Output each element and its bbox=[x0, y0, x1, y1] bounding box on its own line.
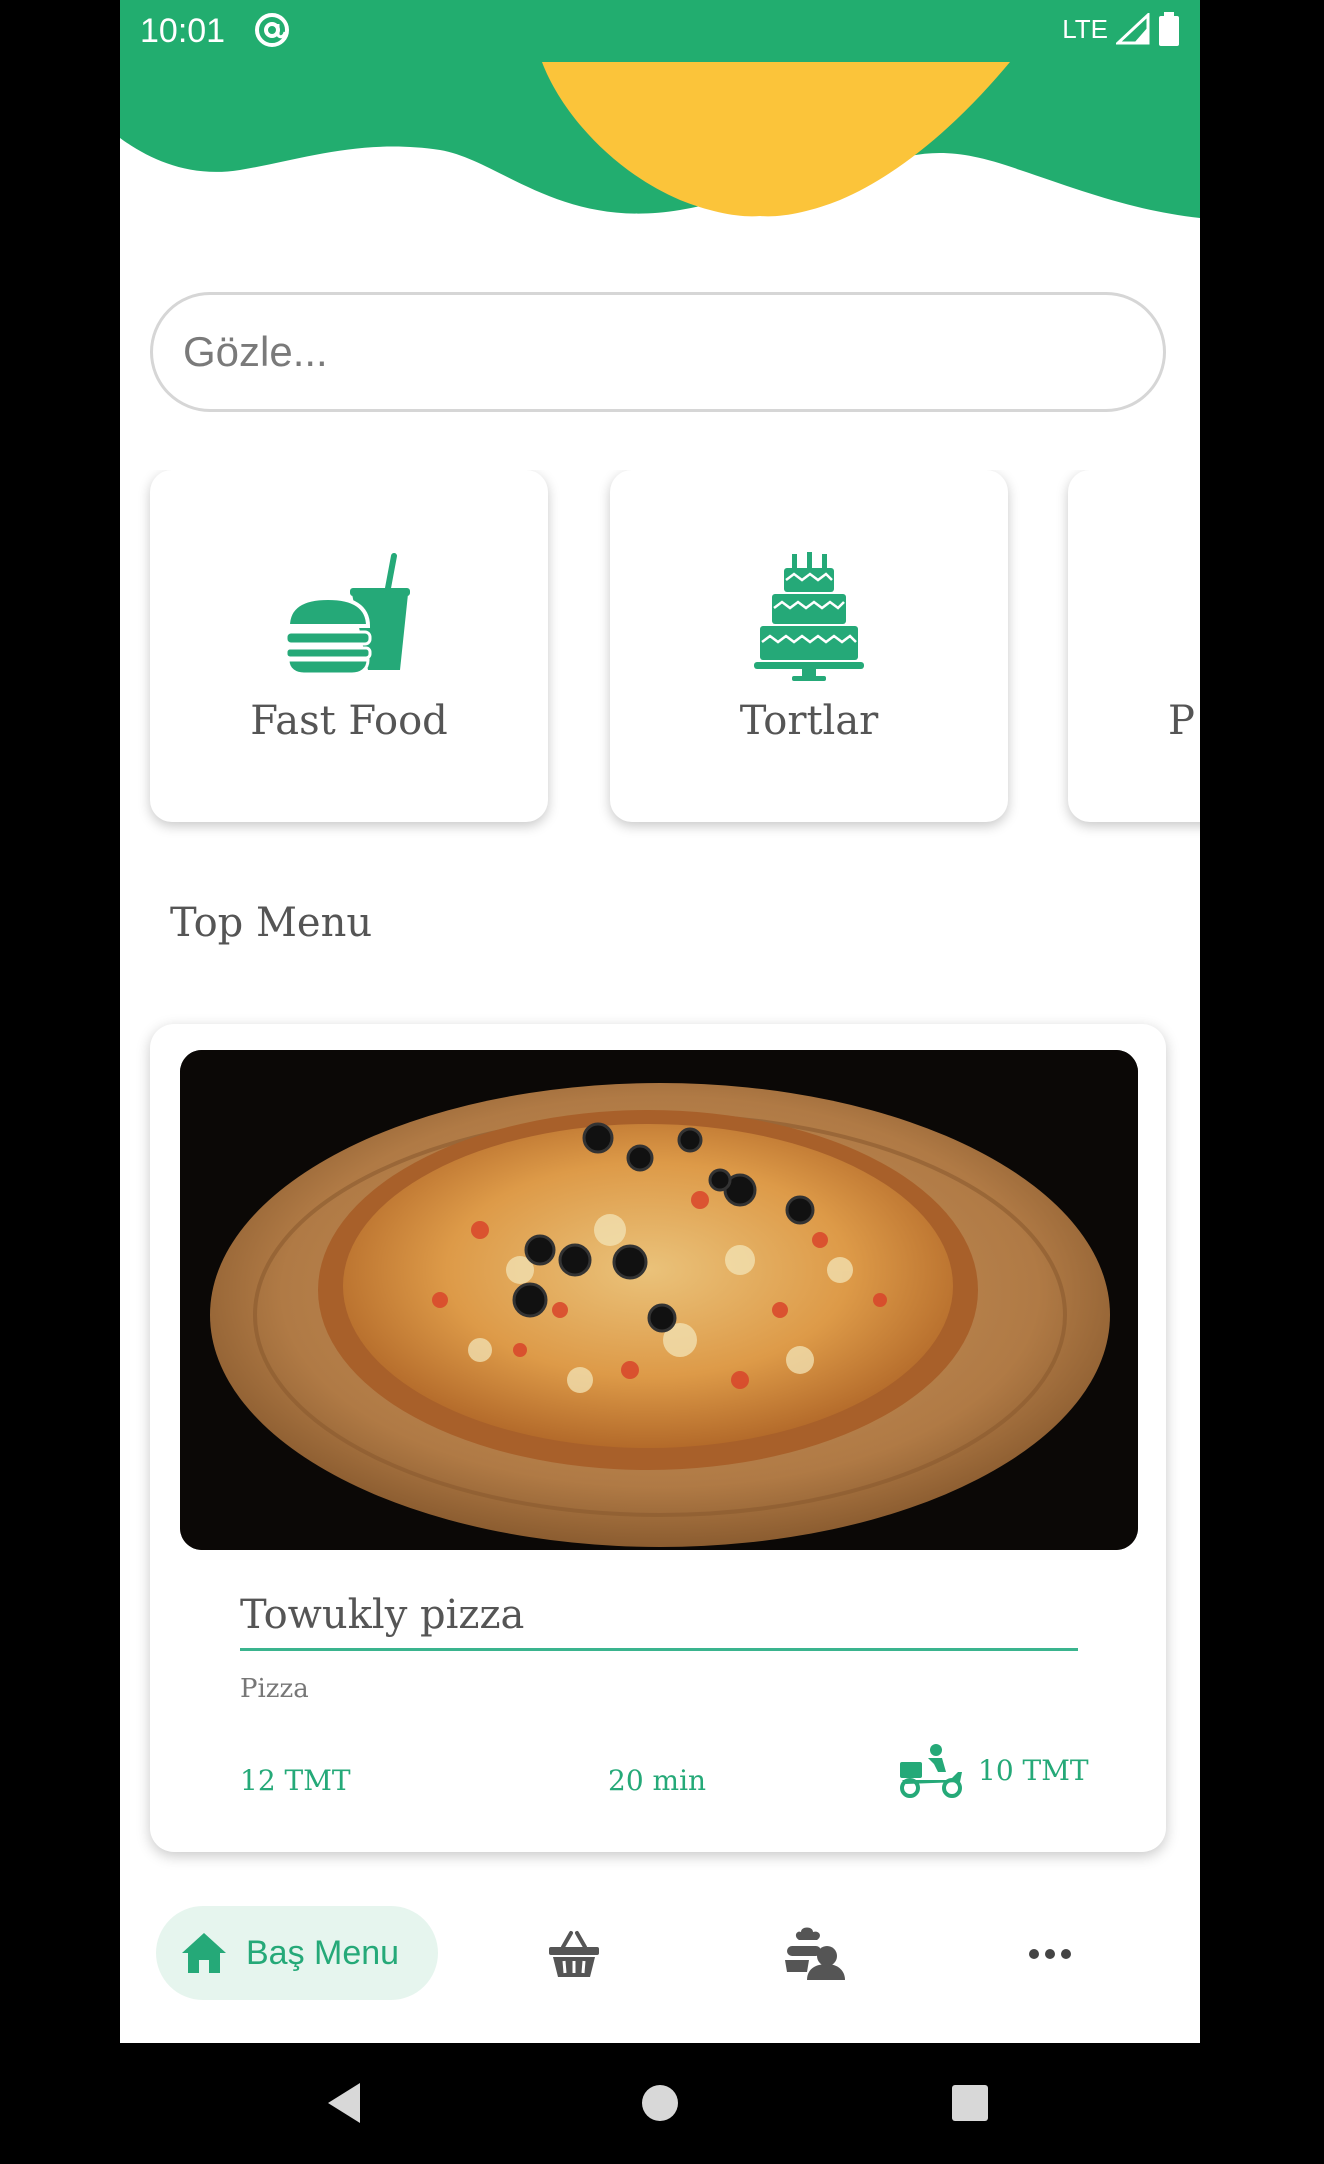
category-label: Fast Food bbox=[250, 698, 448, 744]
nav-home-button[interactable]: Baş Menu bbox=[156, 1906, 438, 2000]
network-type: LTE bbox=[1062, 13, 1108, 44]
app-screen: 10:01 LTE Gözle... Fast Food Tortlar P T… bbox=[120, 0, 1200, 2043]
section-title: Top Menu bbox=[170, 900, 373, 946]
category-card-fast-food[interactable]: Fast Food bbox=[150, 470, 548, 822]
menu-item-category: Pizza bbox=[240, 1674, 309, 1704]
category-label: Tortlar bbox=[739, 698, 879, 744]
more-icon bbox=[1029, 1949, 1071, 1959]
chef-icon bbox=[785, 1927, 845, 1980]
recents-square-icon bbox=[952, 2085, 988, 2121]
delivery-price: 10 TMT bbox=[978, 1753, 1089, 1787]
at-sign-icon bbox=[255, 13, 289, 47]
category-card-tortlar[interactable]: Tortlar bbox=[610, 470, 1008, 822]
nav-more-button[interactable] bbox=[1010, 1914, 1090, 1994]
battery-icon bbox=[1159, 12, 1179, 46]
nav-chef-button[interactable] bbox=[774, 1914, 854, 1994]
system-home-button[interactable] bbox=[628, 2071, 692, 2135]
nav-basket-button[interactable] bbox=[534, 1914, 614, 1994]
system-recents-button[interactable] bbox=[938, 2071, 1002, 2135]
back-triangle-icon bbox=[328, 2083, 360, 2123]
delivery-scooter-icon bbox=[900, 1744, 962, 1798]
search-box bbox=[150, 292, 1166, 412]
pizza-photo bbox=[180, 1050, 1138, 1550]
status-time: 10:01 bbox=[140, 12, 226, 50]
signal-icon bbox=[1116, 13, 1150, 45]
menu-item-name: Towukly pizza bbox=[240, 1592, 525, 1638]
status-bar: 10:01 LTE bbox=[120, 0, 1200, 66]
divider bbox=[240, 1648, 1078, 1651]
system-back-button[interactable] bbox=[312, 2071, 376, 2135]
home-icon bbox=[182, 1933, 226, 1973]
category-card-partial[interactable]: P bbox=[1068, 470, 1200, 822]
category-label: P bbox=[1168, 698, 1195, 744]
menu-item-card[interactable]: Towukly pizza Pizza 12 TMT 20 min 10 TMT bbox=[150, 1024, 1166, 1852]
basket-icon bbox=[549, 1931, 599, 1977]
cake-icon bbox=[610, 552, 1008, 682]
status-indicators: LTE bbox=[1062, 12, 1180, 46]
category-row[interactable]: Fast Food Tortlar P bbox=[120, 470, 1200, 840]
bottom-navigation: Baş Menu bbox=[120, 1880, 1200, 2043]
menu-item-time: 20 min bbox=[608, 1764, 707, 1797]
delivery-info: 10 TMT bbox=[898, 1742, 1089, 1798]
fast-food-icon bbox=[150, 552, 548, 682]
nav-home-label: Baş Menu bbox=[246, 1933, 400, 1972]
system-navigation-bar bbox=[0, 2043, 1324, 2164]
menu-item-price: 12 TMT bbox=[240, 1764, 351, 1797]
home-circle-icon bbox=[642, 2085, 678, 2121]
search-input[interactable] bbox=[181, 315, 1125, 389]
